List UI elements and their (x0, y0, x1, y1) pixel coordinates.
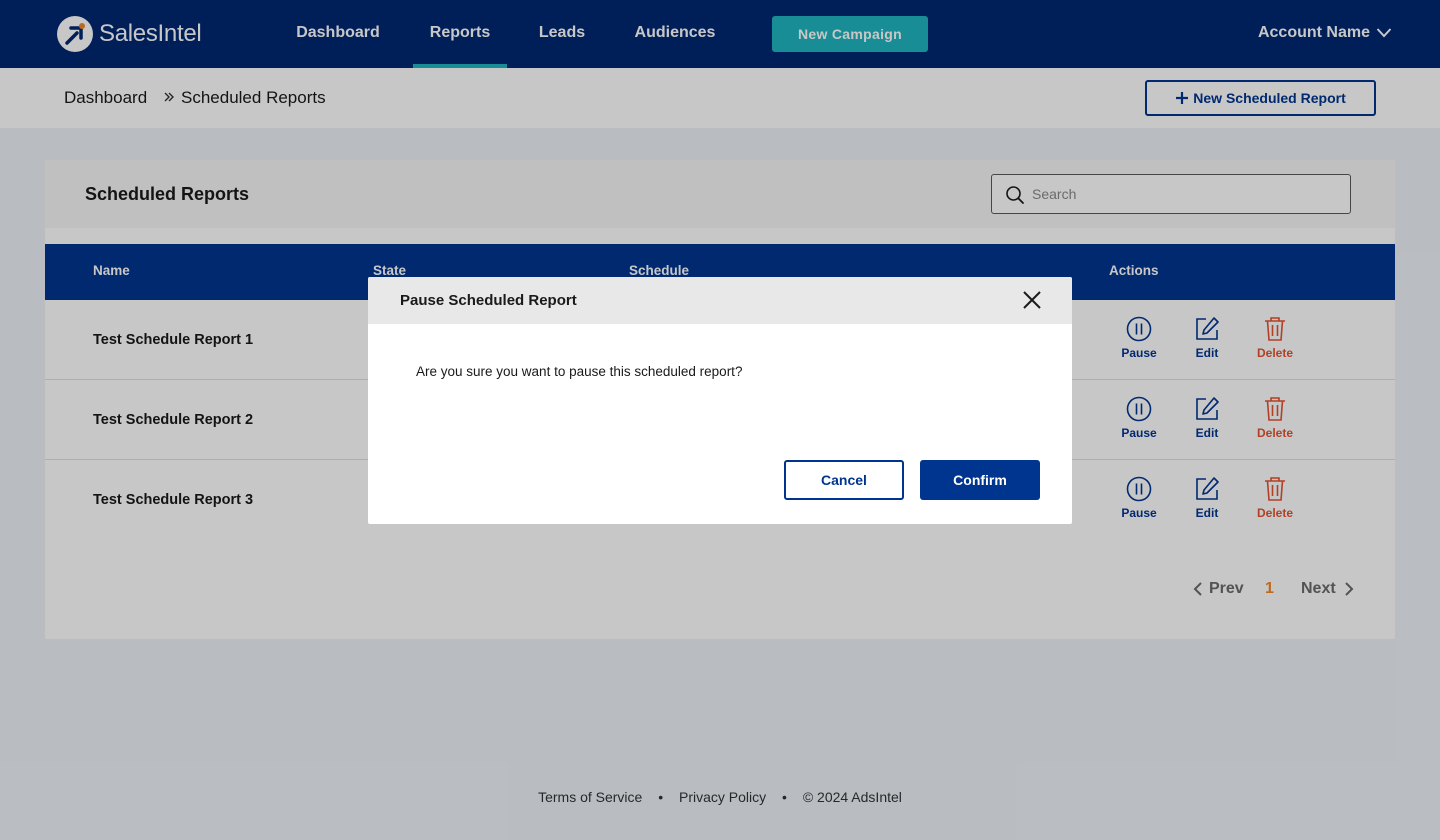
cancel-button[interactable]: Cancel (784, 460, 904, 500)
modal-message: Are you sure you want to pause this sche… (416, 364, 743, 379)
close-icon[interactable] (1022, 290, 1042, 310)
modal-title: Pause Scheduled Report (400, 292, 577, 309)
modal-header: Pause Scheduled Report (368, 277, 1072, 324)
pause-report-modal: Pause Scheduled Report Are you sure you … (368, 277, 1072, 524)
confirm-button[interactable]: Confirm (920, 460, 1040, 500)
